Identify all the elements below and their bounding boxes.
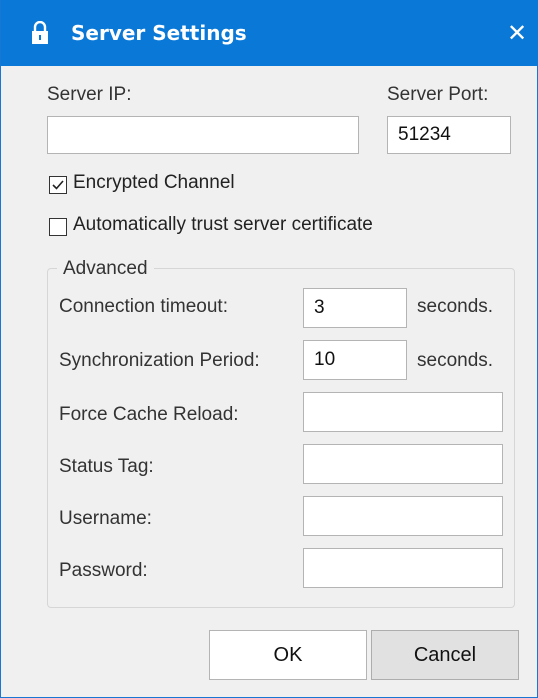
force-cache-reload-input[interactable] <box>303 392 503 432</box>
close-button[interactable]: ✕ <box>495 0 538 66</box>
server-ip-label: Server IP: <box>47 84 132 105</box>
timeout-unit-label: seconds. <box>417 296 494 317</box>
password-label: Password: <box>59 560 148 581</box>
sync-period-input[interactable] <box>303 340 407 380</box>
trust-certificate-checkbox[interactable] <box>49 218 67 236</box>
sync-period-label: Synchronization Period: <box>59 350 260 371</box>
ok-button[interactable]: OK <box>209 630 367 680</box>
server-port-input[interactable] <box>387 116 511 154</box>
lock-icon <box>32 21 48 44</box>
connection-timeout-label: Connection timeout: <box>59 296 228 317</box>
connection-timeout-input[interactable] <box>303 288 407 328</box>
close-icon: ✕ <box>506 19 528 47</box>
server-settings-dialog: Server Settings ✕ Server IP: Server Port… <box>0 0 538 698</box>
status-tag-input[interactable] <box>303 444 503 484</box>
window-title: Server Settings <box>71 21 247 45</box>
title-bar[interactable]: Server Settings ✕ <box>1 0 538 66</box>
server-ip-input[interactable] <box>47 116 359 154</box>
username-label: Username: <box>59 508 152 529</box>
sync-unit-label: seconds. <box>417 350 494 371</box>
advanced-group-title: Advanced <box>57 258 154 280</box>
encrypted-channel-label[interactable]: Encrypted Channel <box>73 172 235 194</box>
force-cache-reload-label: Force Cache Reload: <box>59 404 239 425</box>
cancel-button[interactable]: Cancel <box>371 630 519 680</box>
password-input[interactable] <box>303 548 503 588</box>
status-tag-label: Status Tag: <box>59 456 154 477</box>
username-input[interactable] <box>303 496 503 536</box>
trust-certificate-label[interactable]: Automatically trust server certificate <box>73 214 373 236</box>
server-port-label: Server Port: <box>387 84 489 105</box>
checkmark-icon <box>52 180 64 190</box>
encrypted-channel-checkbox[interactable] <box>49 176 67 194</box>
